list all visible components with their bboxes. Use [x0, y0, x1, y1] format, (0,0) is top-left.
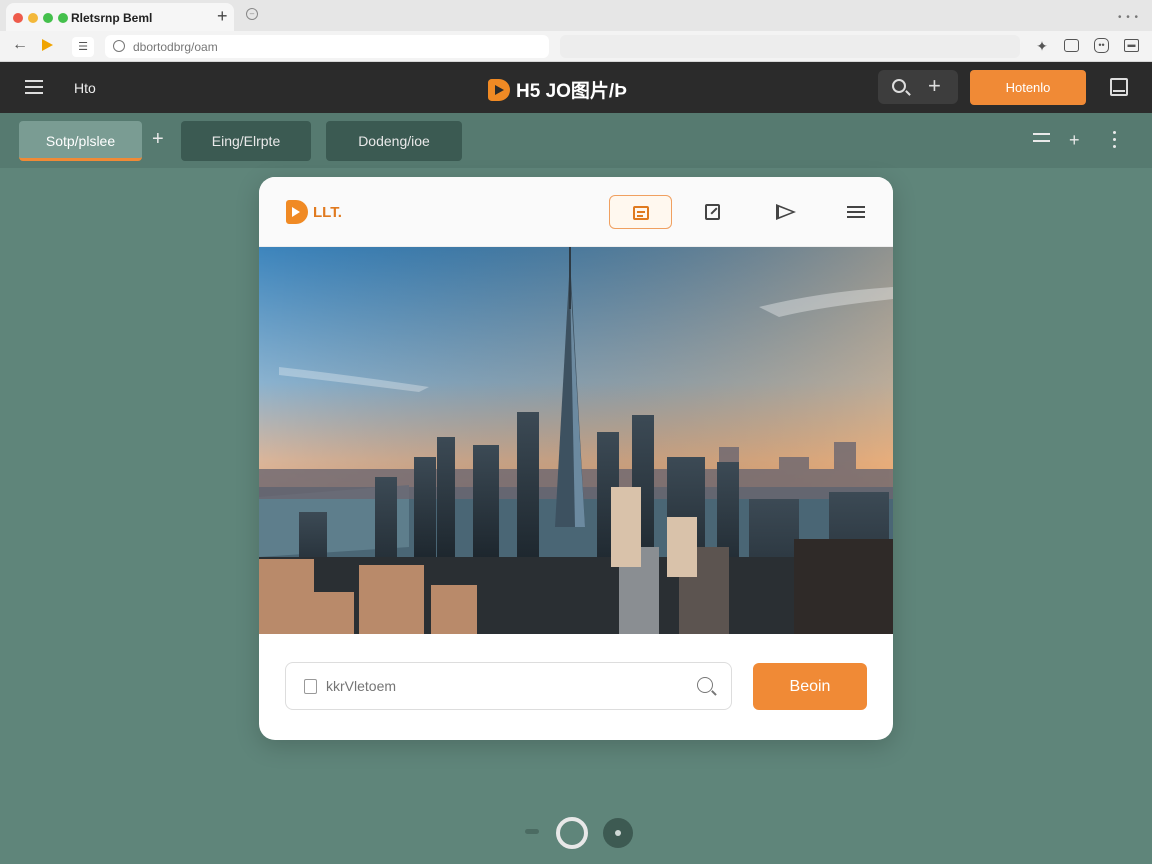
edit-icon [704, 203, 720, 220]
close-window-dot[interactable] [13, 13, 23, 23]
puzzle-extension-icon[interactable]: ✦ [1034, 38, 1050, 54]
search-input[interactable] [326, 678, 686, 694]
profile-icon[interactable]: •• [1094, 38, 1109, 53]
pager-current-indicator[interactable] [556, 817, 588, 849]
brand-title: H5 JO图片/Þ [516, 81, 627, 102]
send-icon [776, 203, 796, 220]
window-menu-icon[interactable]: • • • [1118, 12, 1139, 23]
search-button[interactable]: Beoin [753, 663, 867, 710]
calendar-icon [632, 205, 649, 220]
browser-tab-title: Rletsrnp Beml [71, 11, 153, 25]
list-view-icon[interactable] [1033, 133, 1050, 147]
share-button[interactable] [756, 195, 816, 229]
play-logo-icon [488, 78, 510, 101]
tab-2[interactable]: Eing/Elrpte [181, 121, 311, 161]
city-skyline-image [259, 247, 893, 634]
edit-button[interactable] [682, 195, 742, 229]
search-field[interactable] [285, 662, 732, 710]
url-text: dbortodbrg/oam [133, 40, 218, 54]
document-icon [304, 679, 317, 694]
card-header: LLT. [259, 177, 893, 247]
search-icon[interactable] [697, 677, 713, 693]
address-bar: ← ☰ dbortodbrg/oam ✦ •• ▬ [0, 31, 1152, 62]
tab-status-dot [58, 13, 68, 23]
header-icon-group: + [878, 70, 958, 104]
tab-overview-icon[interactable]: – [246, 8, 258, 20]
calendar-button[interactable] [609, 195, 672, 229]
card-logo-text: LLT. [313, 203, 342, 221]
brand: H5 JO图片/Þ [488, 76, 627, 103]
play-logo-icon [286, 200, 308, 224]
player-card: LLT. kkrVletoem Beoin [259, 177, 893, 740]
menu-icon [847, 203, 865, 221]
url-field[interactable]: dbortodbrg/oam [105, 35, 549, 58]
window-icon[interactable]: ▬ [1124, 39, 1139, 52]
card-logo: LLT. [286, 200, 342, 224]
address-bar-extension-area [560, 35, 1020, 58]
app-header: Hto H5 JO图片/Þ + Hotenlo [0, 62, 1152, 113]
add-tab-icon[interactable]: + [152, 128, 164, 151]
header-primary-button[interactable]: Hotenlo [970, 70, 1086, 105]
tab-3[interactable]: Dodeng/ioe [326, 121, 462, 161]
maximize-window-dot[interactable] [43, 13, 53, 23]
card-menu-button[interactable] [826, 195, 886, 229]
tablet-icon[interactable] [1110, 78, 1128, 96]
minimize-window-dot[interactable] [28, 13, 38, 23]
hamburger-menu-icon[interactable] [25, 80, 43, 94]
page-info-icon[interactable]: ☰ [72, 37, 94, 57]
header-left-label[interactable]: Hto [74, 80, 96, 96]
play-icon[interactable] [42, 39, 53, 51]
new-tab-button[interactable]: + [217, 6, 228, 26]
pager-next-indicator[interactable] [603, 818, 633, 848]
tab-1[interactable]: Sotp/plslee [19, 121, 142, 161]
pager-indicator[interactable] [525, 829, 539, 834]
toolbar-add-icon[interactable]: + [1069, 130, 1080, 151]
browser-tab[interactable]: Rletsrnp Beml + [6, 3, 234, 31]
toolbar: Sotp/plslee + Eing/Elrpte Dodeng/ioe + [0, 113, 1152, 168]
browser-tab-strip: Rletsrnp Beml + – • • • [0, 0, 1152, 31]
more-options-icon[interactable] [1113, 131, 1117, 152]
comment-icon[interactable] [1064, 39, 1079, 52]
search-icon[interactable] [892, 79, 906, 93]
site-info-icon[interactable] [113, 40, 125, 52]
back-arrow-icon[interactable]: ← [12, 36, 28, 54]
add-icon[interactable]: + [928, 75, 941, 97]
